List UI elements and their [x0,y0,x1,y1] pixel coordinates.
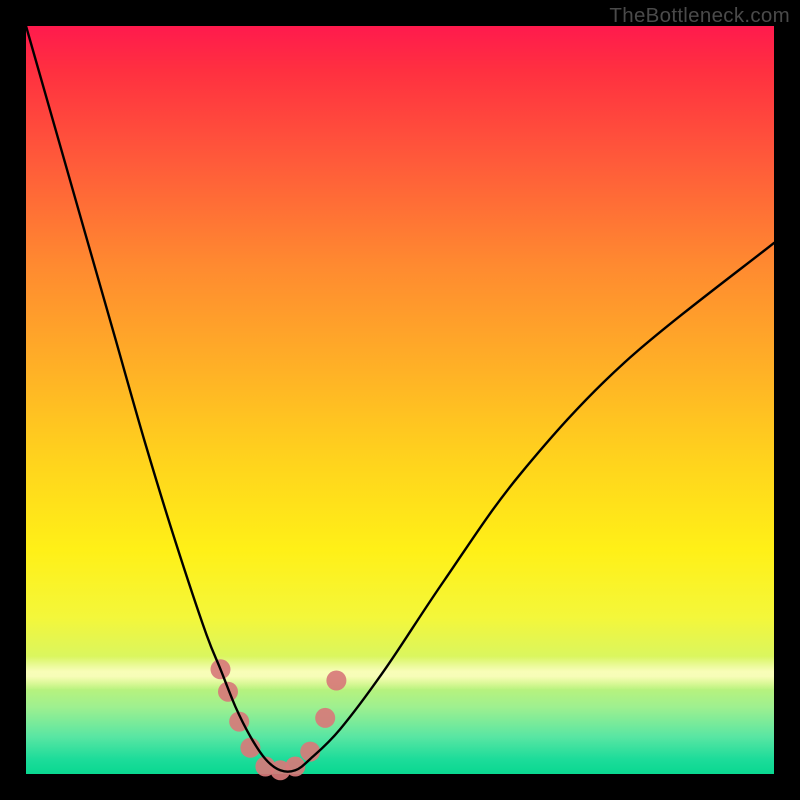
chart-svg [26,26,774,774]
chart-frame: TheBottleneck.com [0,0,800,800]
plot-area [26,26,774,774]
watermark-text: TheBottleneck.com [609,4,790,28]
bottleneck-curve [26,26,774,772]
marker-group [211,659,347,780]
data-marker [326,671,346,691]
data-marker [315,708,335,728]
